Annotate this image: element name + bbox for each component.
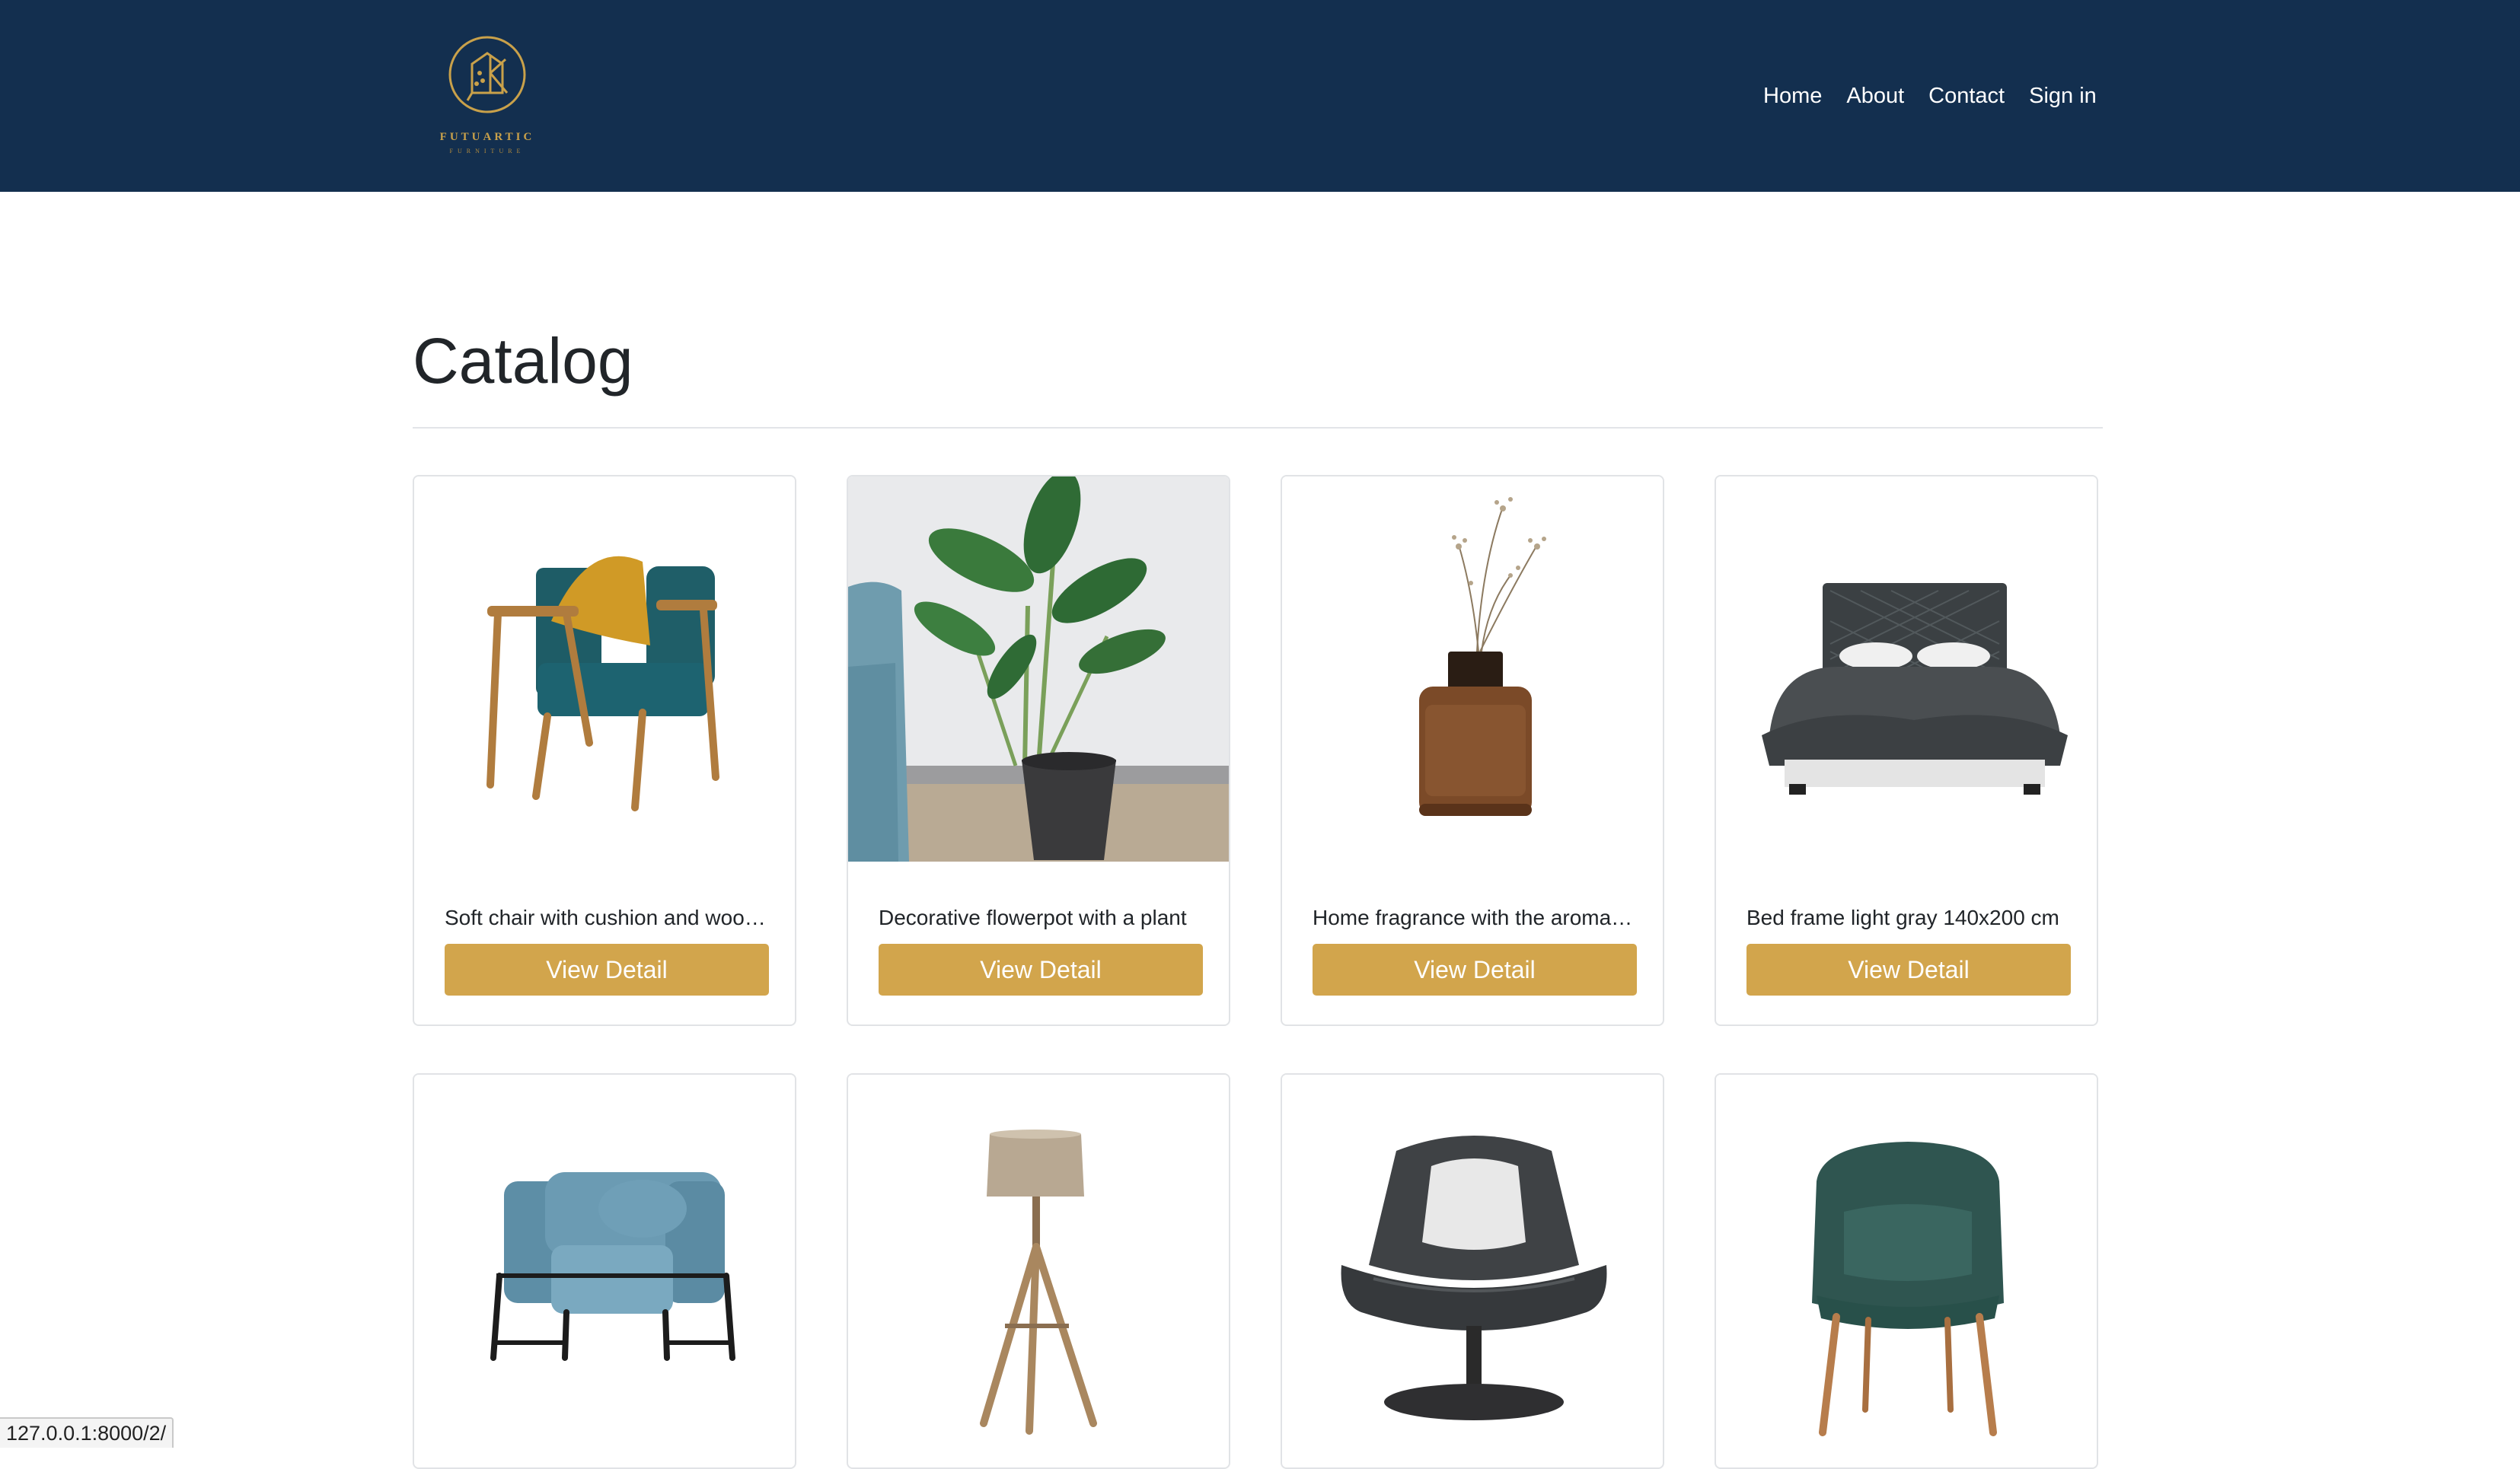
product-name[interactable]: Home fragrance with the aroma… bbox=[1313, 904, 1635, 932]
brand-name: FUTUARTIC bbox=[439, 131, 535, 143]
lounge-chair-icon bbox=[1341, 1136, 1607, 1420]
armchair-icon bbox=[490, 1172, 735, 1361]
product-image[interactable] bbox=[1282, 1075, 1663, 1460]
product-image[interactable] bbox=[414, 476, 795, 862]
view-detail-button[interactable]: View Detail bbox=[1746, 944, 2071, 996]
page-title: Catalog bbox=[413, 325, 633, 397]
armchair-icon bbox=[486, 556, 719, 811]
floor-lamp-icon bbox=[980, 1130, 1097, 1435]
product-name[interactable]: Bed frame light gray 140x200 cm bbox=[1746, 904, 2069, 932]
product-card: Home fragrance with the aroma… View Deta… bbox=[1281, 475, 1664, 1026]
nav-contact[interactable]: Contact bbox=[1916, 79, 2017, 113]
product-image[interactable] bbox=[848, 1075, 1229, 1460]
product-image[interactable] bbox=[1716, 476, 2097, 862]
plant-icon bbox=[848, 476, 1229, 862]
main-nav: Home About Contact Sign in bbox=[1751, 79, 2109, 113]
view-detail-button[interactable]: View Detail bbox=[1313, 944, 1637, 996]
product-name[interactable]: Decorative flowerpot with a plant bbox=[879, 904, 1201, 932]
product-image[interactable] bbox=[414, 1075, 795, 1460]
site-header: FUTUARTIC FURNITURE Home About Contact S… bbox=[0, 0, 2520, 192]
product-card: Decorative flowerpot with a plant View D… bbox=[847, 475, 1230, 1026]
nav-sign-in[interactable]: Sign in bbox=[2017, 79, 2109, 113]
product-image[interactable] bbox=[1716, 1075, 2097, 1460]
product-card bbox=[847, 1073, 1230, 1469]
brand-logo[interactable]: FUTUARTIC FURNITURE bbox=[437, 33, 537, 155]
chair-icon bbox=[1812, 1142, 2004, 1436]
title-divider bbox=[413, 427, 2103, 429]
product-name[interactable]: Soft chair with cushion and woo… bbox=[445, 904, 767, 932]
product-image[interactable] bbox=[1282, 476, 1663, 862]
product-card bbox=[1715, 1073, 2098, 1469]
product-card bbox=[413, 1073, 796, 1469]
product-card bbox=[1281, 1073, 1664, 1469]
logo-emblem-icon bbox=[448, 36, 526, 113]
brand-tagline: FURNITURE bbox=[449, 148, 525, 155]
nav-home[interactable]: Home bbox=[1751, 79, 1834, 113]
bed-icon bbox=[1762, 583, 2068, 795]
product-card: Soft chair with cushion and woo… View De… bbox=[413, 475, 796, 1026]
product-image[interactable] bbox=[848, 476, 1229, 862]
status-bar-url: 127.0.0.1:8000/2/ bbox=[0, 1417, 174, 1448]
view-detail-button[interactable]: View Detail bbox=[879, 944, 1203, 996]
view-detail-button[interactable]: View Detail bbox=[445, 944, 769, 996]
fragrance-icon bbox=[1419, 497, 1546, 816]
nav-about[interactable]: About bbox=[1834, 79, 1916, 113]
product-card: Bed frame light gray 140x200 cm View Det… bbox=[1715, 475, 2098, 1026]
